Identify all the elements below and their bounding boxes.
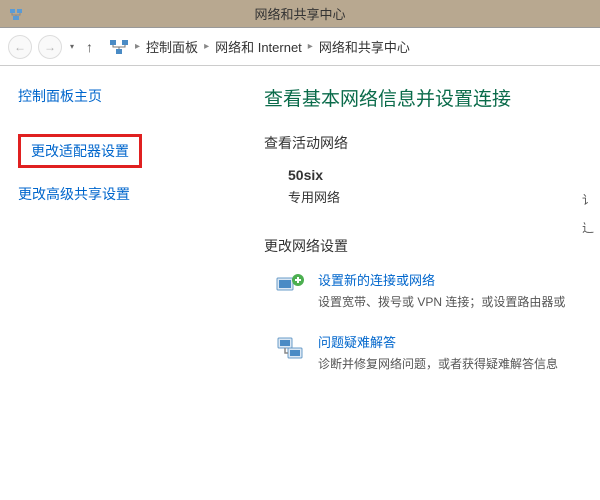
history-dropdown-icon[interactable]: ▾ <box>70 42 74 51</box>
breadcrumb: ▸ 控制面板 ▸ 网络和 Internet ▸ 网络和共享中心 <box>109 37 410 56</box>
control-panel-home-link[interactable]: 控制面板主页 <box>18 86 212 106</box>
back-button[interactable]: ← <box>8 35 32 59</box>
setting-new-connection: 设置新的连接或网络 设置宽带、拨号或 VPN 连接；或设置路由器或 <box>274 270 600 310</box>
chevron-right-icon: ▸ <box>308 41 313 52</box>
breadcrumb-control-panel[interactable]: 控制面板 <box>146 37 198 56</box>
arrow-right-icon: → <box>44 40 56 54</box>
troubleshoot-link[interactable]: 问题疑难解答 <box>318 332 396 351</box>
page-title: 查看基本网络信息并设置连接 <box>264 84 600 111</box>
troubleshoot-desc: 诊断并修复网络问题，或者获得疑难解答信息 <box>318 355 600 372</box>
breadcrumb-network-sharing[interactable]: 网络和共享中心 <box>319 37 410 56</box>
network-center-icon <box>109 38 129 56</box>
title-bar: 网络和共享中心 <box>0 0 600 28</box>
up-button[interactable]: ↑ <box>86 39 93 55</box>
content-area: 控制面板主页 更改适配器设置 更改高级共享设置 查看基本网络信息并设置连接 查看… <box>0 66 600 500</box>
arrow-left-icon: ← <box>14 40 26 54</box>
change-settings-heading: 更改网络设置 <box>264 236 600 256</box>
right-label-0: 讠 <box>582 186 594 214</box>
new-connection-link[interactable]: 设置新的连接或网络 <box>318 270 435 289</box>
chevron-right-icon: ▸ <box>135 41 140 52</box>
highlight-box: 更改适配器设置 <box>18 134 142 168</box>
new-connection-desc: 设置宽带、拨号或 VPN 连接；或设置路由器或 <box>318 293 600 310</box>
setting-body: 设置新的连接或网络 设置宽带、拨号或 VPN 连接；或设置路由器或 <box>318 270 600 310</box>
network-type: 专用网络 <box>288 187 600 206</box>
sidebar: 控制面板主页 更改适配器设置 更改高级共享设置 <box>0 66 230 500</box>
forward-button[interactable]: → <box>38 35 62 59</box>
window-title: 网络和共享中心 <box>254 4 345 23</box>
app-icon <box>8 6 24 22</box>
change-advanced-sharing-link[interactable]: 更改高级共享设置 <box>18 184 212 204</box>
right-label-1: 辶 <box>582 214 594 242</box>
change-adapter-settings-link[interactable]: 更改适配器设置 <box>31 141 129 161</box>
nav-bar: ← → ▾ ↑ ▸ 控制面板 ▸ 网络和 Internet ▸ 网络和共享中心 <box>0 28 600 66</box>
active-networks-heading: 查看活动网络 <box>264 133 600 153</box>
setting-troubleshoot: 问题疑难解答 诊断并修复网络问题，或者获得疑难解答信息 <box>274 332 600 372</box>
new-connection-icon <box>274 270 306 302</box>
network-entry: 50six 专用网络 <box>288 167 600 206</box>
right-edge-labels: 讠 辶 <box>582 186 594 242</box>
troubleshoot-icon <box>274 332 306 364</box>
network-name: 50six <box>288 167 600 183</box>
breadcrumb-network-internet[interactable]: 网络和 Internet <box>215 37 302 56</box>
chevron-right-icon: ▸ <box>204 41 209 52</box>
main-panel: 查看基本网络信息并设置连接 查看活动网络 50six 专用网络 讠 辶 更改网络… <box>230 66 600 500</box>
setting-body: 问题疑难解答 诊断并修复网络问题，或者获得疑难解答信息 <box>318 332 600 372</box>
